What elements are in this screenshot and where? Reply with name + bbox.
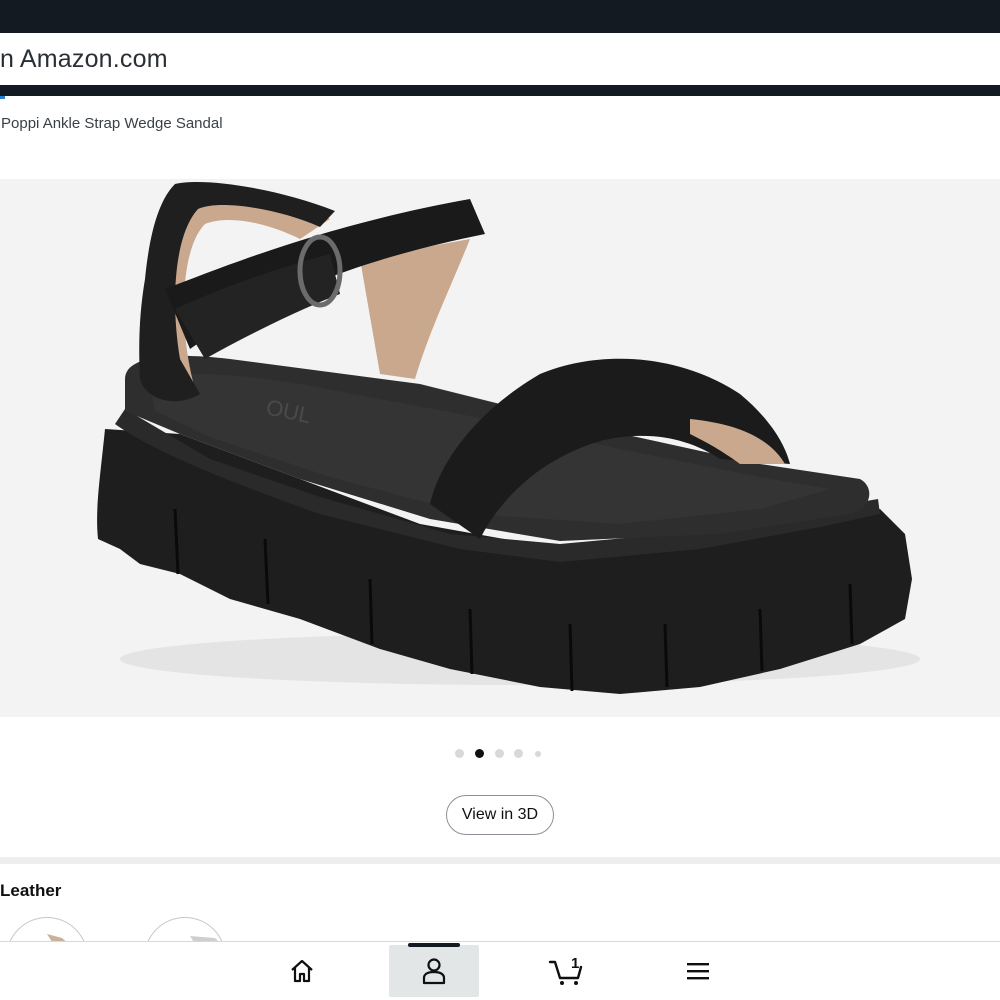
carousel-dot[interactable]	[514, 749, 523, 758]
bottom-navigation: 1	[0, 941, 1000, 1000]
nav-cart[interactable]: 1	[521, 945, 611, 997]
section-divider	[0, 857, 1000, 864]
home-icon	[291, 959, 313, 983]
carousel-dot[interactable]	[535, 751, 541, 757]
sandal-image: OUL	[97, 182, 920, 694]
cart-count-badge: 1	[571, 955, 580, 972]
product-image[interactable]: OUL	[0, 179, 1000, 717]
carousel-dot[interactable]	[455, 749, 464, 758]
nav-menu[interactable]	[653, 945, 743, 997]
carousel-dot[interactable]	[495, 749, 504, 758]
nav-active-indicator	[408, 943, 460, 947]
image-carousel-dots	[455, 747, 545, 761]
search-field-text[interactable]: n Amazon.com	[0, 45, 168, 74]
person-icon	[422, 958, 446, 985]
hamburger-menu-icon	[687, 963, 709, 980]
nav-home[interactable]	[257, 945, 347, 997]
view-in-3d-button[interactable]: View in 3D	[446, 795, 554, 835]
breadcrumb-accent	[0, 96, 5, 99]
product-title[interactable]: Poppi Ankle Strap Wedge Sandal	[1, 115, 223, 132]
search-field[interactable]: n Amazon.com	[0, 33, 1000, 85]
color-section-label: Leather	[0, 881, 62, 900]
carousel-dot-active[interactable]	[475, 749, 484, 758]
nav-account[interactable]	[389, 943, 479, 997]
